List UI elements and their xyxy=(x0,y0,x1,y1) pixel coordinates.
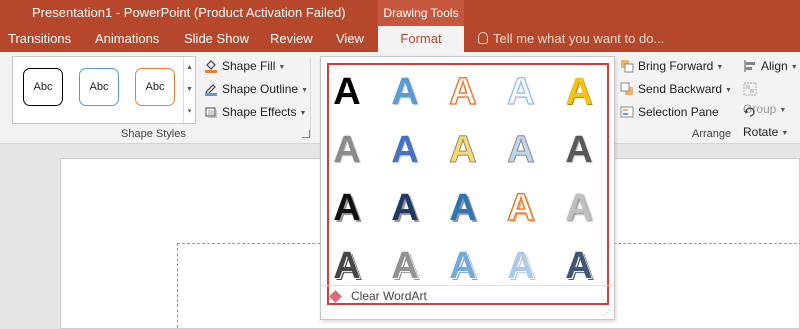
wordart-style-black-solid[interactable]: A xyxy=(327,67,367,117)
clear-wordart-item[interactable]: Clear WordArt xyxy=(321,285,614,307)
wordart-style-orange-white-outline[interactable]: A xyxy=(501,183,541,233)
paint-bucket-icon xyxy=(205,60,217,73)
shape-style-swatch[interactable]: Abc xyxy=(79,68,119,106)
send-backward-icon xyxy=(620,82,633,95)
selection-pane-icon xyxy=(620,106,634,118)
dialog-launcher-icon[interactable] xyxy=(302,130,310,138)
title-bar: Presentation1 - PowerPoint (Product Acti… xyxy=(0,0,800,26)
tab-transitions[interactable]: Transitions xyxy=(8,26,71,52)
shape-fill-button[interactable]: Shape Fill ▼ xyxy=(204,56,285,76)
chevron-down-icon: ▼ xyxy=(301,87,308,94)
pen-icon xyxy=(205,84,217,96)
align-icon xyxy=(744,60,755,72)
wordart-style-silver-gradient[interactable]: A xyxy=(559,183,599,233)
wordart-style-gold-bevel[interactable]: A xyxy=(559,67,599,117)
rotate-label: Rotate xyxy=(743,125,779,139)
wordart-style-blue-reflection[interactable]: A xyxy=(385,125,425,175)
wordart-style-blue-pattern[interactable]: A xyxy=(443,241,483,291)
window-title: Presentation1 - PowerPoint (Product Acti… xyxy=(32,5,346,20)
arrange-group-label: Arrange xyxy=(692,128,732,140)
chevron-down-icon: ▼ xyxy=(790,64,798,71)
scroll-down-icon[interactable]: ▼ xyxy=(184,79,195,101)
group-icon xyxy=(743,82,757,96)
group-button[interactable]: Group ▼ xyxy=(743,79,800,116)
send-backward-label: Send Backward xyxy=(638,82,723,96)
shape-effects-icon xyxy=(205,107,217,118)
gallery-scroll: ▲ ▼ ▾ xyxy=(183,57,195,123)
selection-pane-label: Selection Pane xyxy=(638,105,719,119)
shape-effects-button[interactable]: Shape Effects ▼ xyxy=(204,102,306,122)
shape-outline-label: Shape Outline xyxy=(222,82,299,96)
group-separator xyxy=(310,58,311,138)
wordart-style-blue-shadow[interactable]: A xyxy=(443,183,483,233)
shape-styles-group-label: Shape Styles xyxy=(121,128,186,140)
wordart-style-gray-solid[interactable]: A xyxy=(327,125,367,175)
wordart-style-orange-outline[interactable]: A xyxy=(443,67,483,117)
ribbon-tabs: Transitions Animations Slide Show Review… xyxy=(0,26,800,52)
tell-me-search[interactable]: Tell me what you want to do... xyxy=(478,26,664,52)
wordart-style-black-shadow[interactable]: A xyxy=(327,183,367,233)
tell-me-placeholder: Tell me what you want to do... xyxy=(493,31,665,46)
bring-forward-icon xyxy=(621,60,634,73)
more-styles-icon[interactable]: ▾ xyxy=(184,101,195,123)
clear-wordart-label: Clear WordArt xyxy=(351,289,427,303)
shape-effects-label: Shape Effects xyxy=(222,105,297,119)
tab-animations[interactable]: Animations xyxy=(95,26,159,52)
send-backward-button[interactable]: Send Backward ▼ xyxy=(620,79,732,99)
align-label: Align xyxy=(761,59,788,73)
chevron-down-icon: ▼ xyxy=(278,64,286,71)
chevron-down-icon: ▼ xyxy=(299,110,307,117)
shape-style-swatch[interactable]: Abc xyxy=(135,68,175,106)
drawing-tools-label: Drawing Tools xyxy=(378,0,464,26)
wordart-style-navy-shadow[interactable]: A xyxy=(385,183,425,233)
wordart-style-light-blue-outline[interactable]: A xyxy=(501,67,541,117)
tab-format[interactable]: Format xyxy=(378,26,464,52)
tab-review[interactable]: Review xyxy=(270,26,313,52)
shape-styles-gallery[interactable]: Abc Abc Abc ▲ ▼ ▾ xyxy=(12,56,196,124)
chevron-down-icon: ▼ xyxy=(725,87,732,94)
wordart-styles-dropdown: AAAAAAAAAAAAAAAAAAAA Clear WordArt ⋰ xyxy=(320,56,615,320)
tab-slide-show[interactable]: Slide Show xyxy=(184,26,249,52)
shape-outline-button[interactable]: Shape Outline ▼ xyxy=(204,79,308,99)
shape-style-swatch[interactable]: Abc xyxy=(23,68,63,106)
chevron-down-icon: ▼ xyxy=(781,130,789,137)
wordart-style-navy-pattern[interactable]: A xyxy=(559,241,599,291)
wordart-style-dark-gray-bevel[interactable]: A xyxy=(559,125,599,175)
chevron-down-icon: ▼ xyxy=(716,64,724,71)
rotate-button[interactable]: Rotate ▼ xyxy=(743,102,800,139)
bring-forward-label: Bring Forward xyxy=(638,59,714,73)
tab-view[interactable]: View xyxy=(336,26,364,52)
bring-forward-button[interactable]: Bring Forward ▼ xyxy=(620,56,723,76)
rotate-icon xyxy=(744,107,755,117)
scroll-up-icon[interactable]: ▲ xyxy=(184,57,195,79)
lightbulb-icon xyxy=(478,32,488,44)
wordart-style-yellow-outline[interactable]: A xyxy=(443,125,483,175)
wordart-style-pale-blue-outline[interactable]: A xyxy=(501,125,541,175)
wordart-style-black-pattern[interactable]: A xyxy=(327,241,367,291)
align-button[interactable]: Align ▼ xyxy=(743,56,798,76)
selection-pane-button[interactable]: Selection Pane xyxy=(620,102,719,122)
wordart-style-light-blue-pattern[interactable]: A xyxy=(501,241,541,291)
shape-fill-label: Shape Fill xyxy=(222,59,276,73)
wordart-style-blue-gradient[interactable]: A xyxy=(385,67,425,117)
eraser-icon xyxy=(329,290,342,303)
wordart-style-gray-pattern[interactable]: A xyxy=(385,241,425,291)
resize-grip-icon[interactable]: ⋰ xyxy=(603,308,611,317)
